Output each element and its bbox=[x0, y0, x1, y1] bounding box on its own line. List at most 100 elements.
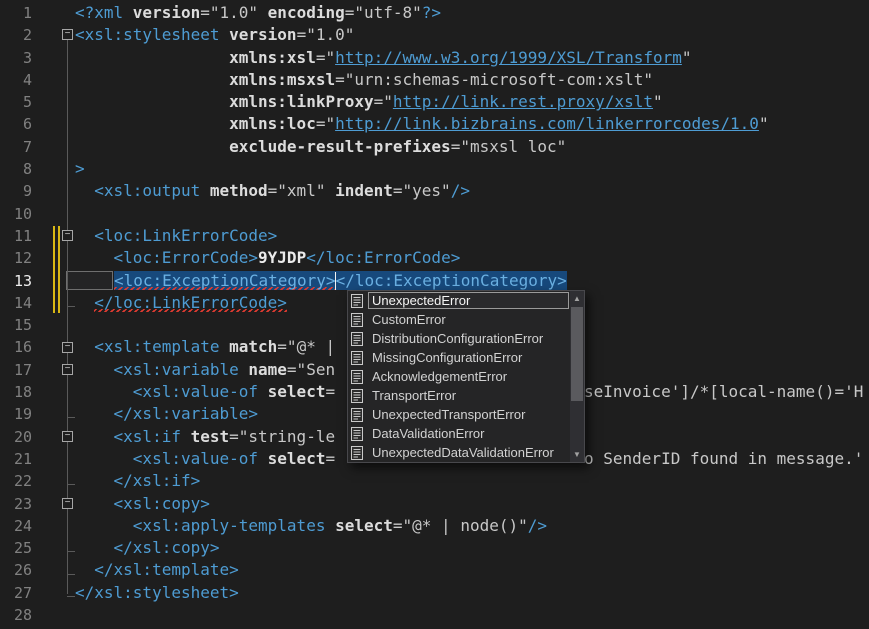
code-token: xmlns:loc bbox=[229, 114, 316, 133]
code-line[interactable]: 10 bbox=[0, 203, 869, 225]
code-line[interactable]: 24 <xsl:apply-templates select="@* | nod… bbox=[0, 515, 869, 537]
line-number[interactable]: 11 bbox=[0, 225, 32, 247]
line-number[interactable]: 24 bbox=[0, 515, 32, 537]
line-number[interactable]: 2 bbox=[0, 24, 32, 46]
code-token: <xsl:copy> bbox=[114, 494, 210, 513]
line-number[interactable]: 5 bbox=[0, 91, 32, 113]
code-line[interactable]: 9 <xsl:output method="xml" indent="yes"/… bbox=[0, 180, 869, 202]
code-text: </xsl:variable> bbox=[75, 403, 258, 425]
autocomplete-item[interactable]: AcknowledgementError bbox=[348, 367, 584, 386]
code-line[interactable]: 26 </xsl:template> bbox=[0, 559, 869, 581]
collapse-toggle-icon[interactable]: − bbox=[62, 364, 73, 375]
code-text: <loc:ExceptionCategory></loc:ExceptionCa… bbox=[75, 270, 567, 292]
code-token: <xsl:apply-templates bbox=[133, 516, 335, 535]
code-line[interactable]: 1 <?xml version="1.0" encoding="utf-8"?> bbox=[0, 2, 869, 24]
autocomplete-scrollbar[interactable]: ▲ ▼ bbox=[570, 291, 584, 462]
line-number[interactable]: 26 bbox=[0, 559, 32, 581]
autocomplete-item-label: UnexpectedDataValidationError bbox=[368, 444, 569, 461]
autocomplete-item[interactable]: UnexpectedTransportError bbox=[348, 405, 584, 424]
code-token: http://link.bizbrains.com/linkerrorcodes… bbox=[335, 114, 759, 133]
scroll-up-icon[interactable]: ▲ bbox=[570, 292, 584, 305]
line-number[interactable]: 16 bbox=[0, 336, 32, 358]
code-fragment: o SenderID found in message.' bbox=[584, 448, 863, 470]
indent-selection-box bbox=[66, 271, 113, 290]
document-icon bbox=[351, 313, 368, 327]
line-number[interactable]: 19 bbox=[0, 403, 32, 425]
autocomplete-item-label: AcknowledgementError bbox=[368, 368, 569, 385]
code-line[interactable]: 5 xmlns:linkProxy="http://link.rest.prox… bbox=[0, 91, 869, 113]
autocomplete-item[interactable]: CustomError bbox=[348, 310, 584, 329]
line-number[interactable]: 25 bbox=[0, 537, 32, 559]
code-token: <xsl:variable bbox=[114, 360, 249, 379]
code-line[interactable]: 25 </xsl:copy> bbox=[0, 537, 869, 559]
line-number[interactable]: 10 bbox=[0, 203, 32, 225]
code-line[interactable]: 3 xmlns:xsl="http://www.w3.org/1999/XSL/… bbox=[0, 47, 869, 69]
autocomplete-item-label: CustomError bbox=[368, 311, 569, 328]
code-text: <xsl:stylesheet version="1.0" bbox=[75, 24, 354, 46]
line-number[interactable]: 17 bbox=[0, 359, 32, 381]
line-number[interactable]: 20 bbox=[0, 426, 32, 448]
scrollbar-thumb[interactable] bbox=[571, 307, 583, 401]
code-line[interactable]: 12 <loc:ErrorCode>9YJDP</loc:ErrorCode> bbox=[0, 247, 869, 269]
line-number[interactable]: 15 bbox=[0, 314, 32, 336]
line-number[interactable]: 6 bbox=[0, 113, 32, 135]
autocomplete-item[interactable]: UnexpectedDataValidationError bbox=[348, 443, 584, 462]
code-token: xmlns:xsl bbox=[229, 48, 316, 67]
line-number[interactable]: 23 bbox=[0, 493, 32, 515]
scroll-down-icon[interactable]: ▼ bbox=[570, 448, 584, 461]
line-number[interactable]: 22 bbox=[0, 470, 32, 492]
code-text: <?xml version="1.0" encoding="utf-8"?> bbox=[75, 2, 441, 24]
line-number[interactable]: 12 bbox=[0, 247, 32, 269]
code-token: </xsl:if> bbox=[114, 471, 201, 490]
line-number[interactable]: 27 bbox=[0, 582, 32, 604]
code-line[interactable]: 27 </xsl:stylesheet> bbox=[0, 582, 869, 604]
error-underlined-text: </loc:LinkErrorCode> bbox=[94, 293, 287, 312]
autocomplete-item[interactable]: UnexpectedError bbox=[348, 291, 584, 310]
line-number[interactable]: 4 bbox=[0, 69, 32, 91]
code-token: xmlns:linkProxy bbox=[229, 92, 374, 111]
line-number[interactable]: 3 bbox=[0, 47, 32, 69]
code-line[interactable]: 22 </xsl:if> bbox=[0, 470, 869, 492]
code-token: <loc:ErrorCode> bbox=[114, 248, 259, 267]
line-number[interactable]: 14 bbox=[0, 292, 32, 314]
code-token: 9YJDP bbox=[258, 248, 306, 267]
collapse-toggle-icon[interactable]: − bbox=[62, 431, 73, 442]
code-line[interactable]: 11 <loc:LinkErrorCode> bbox=[0, 225, 869, 247]
code-token: <xsl:value-of bbox=[133, 382, 268, 401]
document-icon bbox=[351, 332, 368, 346]
autocomplete-item[interactable]: TransportError bbox=[348, 386, 584, 405]
code-line[interactable]: 13 <loc:ExceptionCategory></loc:Exception… bbox=[0, 270, 869, 292]
collapse-toggle-icon[interactable]: − bbox=[62, 230, 73, 241]
line-number[interactable]: 28 bbox=[0, 604, 32, 626]
code-text: <xsl:apply-templates select="@* | node()… bbox=[75, 515, 547, 537]
autocomplete-item[interactable]: MissingConfigurationError bbox=[348, 348, 584, 367]
code-line[interactable]: 7 exclude-result-prefixes="msxsl loc" bbox=[0, 136, 869, 158]
code-text: </xsl:stylesheet> bbox=[75, 582, 239, 604]
collapse-toggle-icon[interactable]: − bbox=[62, 342, 73, 353]
code-line[interactable]: 23 <xsl:copy> bbox=[0, 493, 869, 515]
code-text: exclude-result-prefixes="msxsl loc" bbox=[75, 136, 566, 158]
document-icon bbox=[351, 351, 368, 365]
code-token: indent bbox=[335, 181, 393, 200]
line-number[interactable]: 7 bbox=[0, 136, 32, 158]
code-line[interactable]: 6 xmlns:loc="http://link.bizbrains.com/l… bbox=[0, 113, 869, 135]
code-line[interactable]: 28 bbox=[0, 604, 869, 626]
document-icon bbox=[351, 294, 368, 308]
autocomplete-item[interactable]: DataValidationError bbox=[348, 424, 584, 443]
code-token: </xsl:stylesheet> bbox=[75, 583, 239, 602]
error-underlined-text: <loc:ExceptionCategory> bbox=[114, 271, 336, 290]
line-number[interactable]: 21 bbox=[0, 448, 32, 470]
code-line[interactable]: 2 <xsl:stylesheet version="1.0" bbox=[0, 24, 869, 46]
code-line[interactable]: 8> bbox=[0, 158, 869, 180]
collapse-toggle-icon[interactable]: − bbox=[62, 29, 73, 40]
code-token: </xsl:template> bbox=[94, 560, 239, 579]
line-number[interactable]: 18 bbox=[0, 381, 32, 403]
code-line[interactable]: 4 xmlns:msxsl="urn:schemas-microsoft-com… bbox=[0, 69, 869, 91]
collapse-toggle-icon[interactable]: − bbox=[62, 498, 73, 509]
line-number[interactable]: 9 bbox=[0, 180, 32, 202]
code-text: <loc:ErrorCode>9YJDP</loc:ErrorCode> bbox=[75, 247, 460, 269]
line-number[interactable]: 13 bbox=[0, 270, 32, 292]
autocomplete-item[interactable]: DistributionConfigurationError bbox=[348, 329, 584, 348]
line-number[interactable]: 8 bbox=[0, 158, 32, 180]
line-number[interactable]: 1 bbox=[0, 2, 32, 24]
